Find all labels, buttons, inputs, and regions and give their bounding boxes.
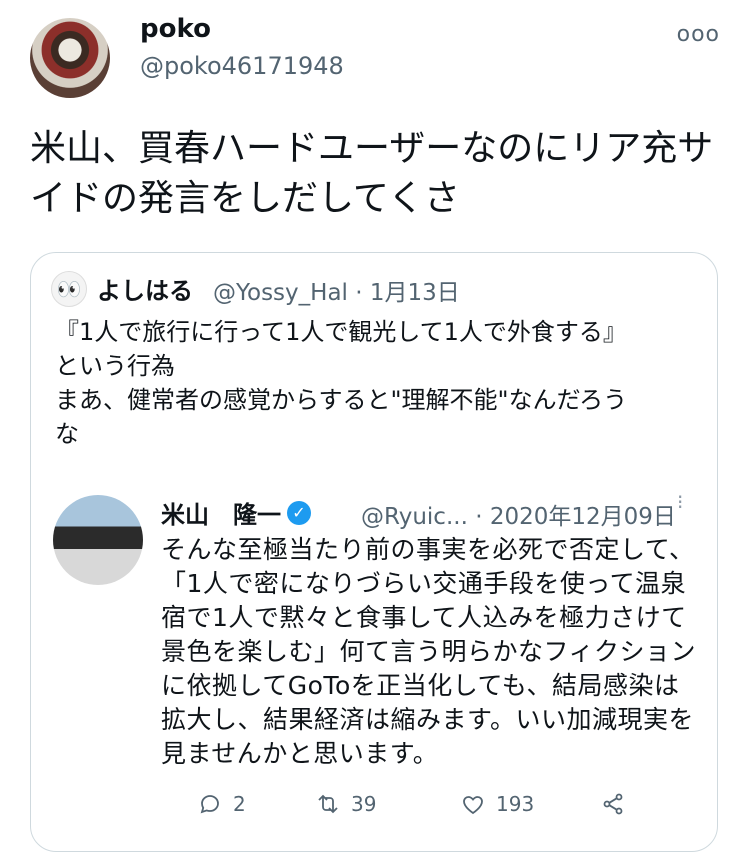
reply-count: 2 <box>233 792 246 816</box>
retweet-action[interactable]: 39 <box>315 791 460 817</box>
like-action[interactable]: 193 <box>460 791 600 817</box>
face-icon[interactable]: 👀 <box>51 271 87 307</box>
embedded-meta: @Ryuic... · 2020年12月09日 <box>361 497 676 531</box>
embedded-date: 2020年12月09日 <box>489 504 676 530</box>
action-bar: 2 39 193 <box>197 791 750 817</box>
embedded-tweet-text: そんな至極当たり前の事実を必死で否定して、「1人で密になりづらい交通手段を使って… <box>161 535 697 768</box>
quote-separator: · <box>355 280 363 306</box>
embedded-avatar <box>53 495 143 585</box>
author-handle[interactable]: @poko46171948 <box>140 52 344 80</box>
quote-line: 『1人で旅行に行って1人で観光して1人で外食する』 <box>55 318 627 346</box>
quote-handle: @Yossy_Hal <box>213 280 348 306</box>
quoted-tweet[interactable]: 👀 よしはる @Yossy_Hal · 1月13日 『1人で旅行に行って1人で観… <box>30 252 718 852</box>
author-avatar[interactable] <box>30 18 110 98</box>
more-options-icon[interactable]: ooo <box>677 22 720 47</box>
share-icon <box>600 791 626 817</box>
embedded-author-name: 米山 隆一 <box>161 501 281 529</box>
embedded-author: 米山 隆一 ✓ <box>161 495 311 530</box>
verified-badge-icon: ✓ <box>287 500 311 525</box>
quote-date: 1月13日 <box>369 280 460 306</box>
embedded-handle: @Ryuic... <box>361 504 468 530</box>
share-action[interactable] <box>600 791 626 817</box>
author-name[interactable]: poko <box>140 14 211 44</box>
like-count: 193 <box>496 792 535 816</box>
quote-author-name: よしはる <box>97 277 193 305</box>
retweet-icon <box>315 791 341 817</box>
heart-icon <box>460 791 486 817</box>
embedded-more-icon: ⁝ <box>677 490 684 514</box>
quote-line: な <box>55 420 79 448</box>
tweet-text: 米山、買春ハードユーザーなのにリア充サイドの発言をしだしてくさ <box>30 128 714 219</box>
quote-text: 『1人で旅行に行って1人で観光して1人で外食する』 という行為 まあ、健常者の感… <box>55 315 695 451</box>
embedded-separator: · <box>475 504 483 530</box>
reply-icon <box>197 791 223 817</box>
quote-line: まあ、健常者の感覚からすると"理解不能"なんだろう <box>55 386 628 414</box>
reply-action[interactable]: 2 <box>197 791 315 817</box>
quote-meta: @Yossy_Hal · 1月13日 <box>213 273 460 307</box>
quote-line: という行為 <box>55 352 175 380</box>
retweet-count: 39 <box>351 792 377 816</box>
